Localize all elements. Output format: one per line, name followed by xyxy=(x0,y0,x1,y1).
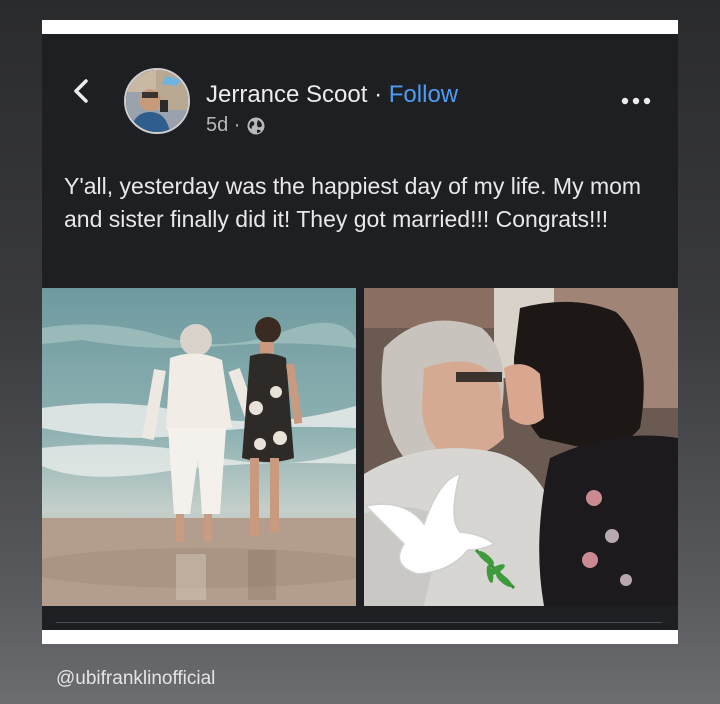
post-meta: 5d · xyxy=(206,114,266,137)
post-time[interactable]: 5d · xyxy=(206,114,240,137)
post-header-name: Jerrance Scoot · Follow xyxy=(206,81,458,109)
author-avatar[interactable] xyxy=(124,68,190,134)
watermark-handle: @ubifranklinofficial xyxy=(56,668,216,689)
globe-icon xyxy=(247,117,265,134)
post-caption: Y'all, yesterday was the happiest day of… xyxy=(64,173,642,232)
more-options-button[interactable] xyxy=(620,94,652,106)
post-divider xyxy=(56,622,662,623)
back-button[interactable] xyxy=(68,78,94,104)
facebook-post: Jerrance Scoot · Follow 5d · Y'all, yest… xyxy=(42,34,678,630)
follow-link[interactable]: Follow xyxy=(389,81,458,108)
author-name[interactable]: Jerrance Scoot xyxy=(206,81,367,108)
name-separator: · xyxy=(374,81,383,108)
screenshot-frame: Jerrance Scoot · Follow 5d · Y'all, yest… xyxy=(42,20,678,644)
more-horizontal-icon xyxy=(621,97,651,105)
post-photo-kiss[interactable] xyxy=(364,288,678,606)
post-photo-beach[interactable] xyxy=(42,288,356,606)
chevron-left-icon xyxy=(74,79,88,103)
